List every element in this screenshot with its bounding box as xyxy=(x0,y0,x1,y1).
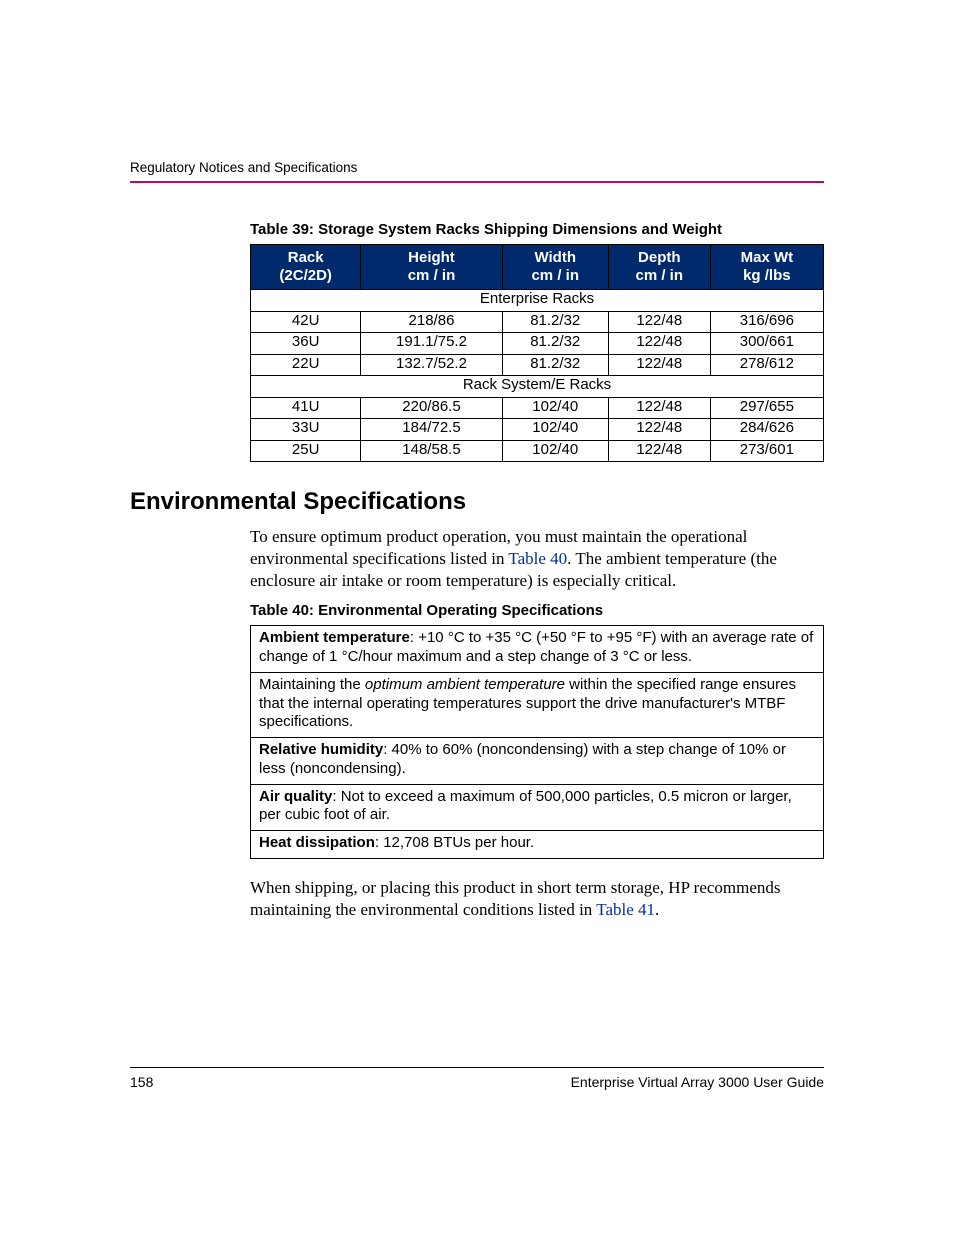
page: Regulatory Notices and Specifications Ta… xyxy=(0,0,954,1235)
text: Maintaining the xyxy=(259,676,365,693)
optimum-ambient-temp: optimum ambient temperature xyxy=(365,676,565,693)
cell: 191.1/75.2 xyxy=(361,333,502,355)
cell: 41U xyxy=(251,397,361,419)
cell: 122/48 xyxy=(608,311,710,333)
table39-caption: Table 39: Storage System Racks Shipping … xyxy=(250,221,824,238)
heat-dissipation-label: Heat dissipation xyxy=(259,834,375,851)
cell: Maintaining the optimum ambient temperat… xyxy=(251,672,824,737)
cell: 122/48 xyxy=(608,419,710,441)
running-header: Regulatory Notices and Specifications xyxy=(130,160,824,183)
relative-humidity-label: Relative humidity xyxy=(259,741,383,758)
row-humidity: Relative humidity: 40% to 60% (nonconden… xyxy=(251,738,824,785)
table39-block: Table 39: Storage System Racks Shipping … xyxy=(250,221,824,462)
cell: 102/40 xyxy=(502,397,608,419)
table-row: 33U 184/72.5 102/40 122/48 284/626 xyxy=(251,419,824,441)
cell: 316/696 xyxy=(710,311,823,333)
cell: 81.2/32 xyxy=(502,354,608,376)
section-enterprise: Enterprise Racks xyxy=(251,290,824,312)
cell: 102/40 xyxy=(502,419,608,441)
row-maintain: Maintaining the optimum ambient temperat… xyxy=(251,672,824,737)
text: : Not to exceed a maximum of 500,000 par… xyxy=(259,788,792,824)
cell: 102/40 xyxy=(502,440,608,462)
cell: 122/48 xyxy=(608,333,710,355)
col-depth: Depthcm / in xyxy=(608,245,710,290)
cell: 122/48 xyxy=(608,354,710,376)
text: . xyxy=(655,900,659,919)
col-rack: Rack(2C/2D) xyxy=(251,245,361,290)
cell: 273/601 xyxy=(710,440,823,462)
table-row: 41U 220/86.5 102/40 122/48 297/655 xyxy=(251,397,824,419)
ambient-temp-label: Ambient temperature xyxy=(259,629,410,646)
row-ambient: Ambient temperature: +10 °C to +35 °C (+… xyxy=(251,626,824,673)
table-row: 25U 148/58.5 102/40 122/48 273/601 xyxy=(251,440,824,462)
table-row: 42U 218/86 81.2/32 122/48 316/696 xyxy=(251,311,824,333)
cell: 297/655 xyxy=(710,397,823,419)
table39: Rack(2C/2D) Heightcm / in Widthcm / in D… xyxy=(250,244,824,462)
table-row: 36U 191.1/75.2 81.2/32 122/48 300/661 xyxy=(251,333,824,355)
cell: Relative humidity: 40% to 60% (nonconden… xyxy=(251,738,824,785)
table-section-row: Enterprise Racks xyxy=(251,290,824,312)
cell: Air quality: Not to exceed a maximum of … xyxy=(251,784,824,831)
section-racksystem: Rack System/E Racks xyxy=(251,376,824,398)
table-section-row: Rack System/E Racks xyxy=(251,376,824,398)
table41-link[interactable]: Table 41 xyxy=(596,900,655,919)
env-intro-paragraph: To ensure optimum product operation, you… xyxy=(250,526,824,592)
footer: 158 Enterprise Virtual Array 3000 User G… xyxy=(130,1067,824,1090)
row-air: Air quality: Not to exceed a maximum of … xyxy=(251,784,824,831)
cell: 278/612 xyxy=(710,354,823,376)
table40-link[interactable]: Table 40 xyxy=(508,549,567,568)
cell: 300/661 xyxy=(710,333,823,355)
cell: 42U xyxy=(251,311,361,333)
col-maxwt: Max Wtkg /lbs xyxy=(710,245,823,290)
page-number: 158 xyxy=(130,1074,153,1090)
cell: 218/86 xyxy=(361,311,502,333)
row-heat: Heat dissipation: 12,708 BTUs per hour. xyxy=(251,831,824,859)
shipping-paragraph: When shipping, or placing this product i… xyxy=(250,877,824,921)
cell: 284/626 xyxy=(710,419,823,441)
env-content: To ensure optimum product operation, you… xyxy=(250,526,824,921)
table40-caption: Table 40: Environmental Operating Specif… xyxy=(250,602,824,619)
table39-header-row: Rack(2C/2D) Heightcm / in Widthcm / in D… xyxy=(251,245,824,290)
cell: 122/48 xyxy=(608,440,710,462)
text: : 12,708 BTUs per hour. xyxy=(375,834,534,851)
cell: 33U xyxy=(251,419,361,441)
doc-title: Enterprise Virtual Array 3000 User Guide xyxy=(571,1074,824,1090)
cell: 132.7/52.2 xyxy=(361,354,502,376)
cell: 25U xyxy=(251,440,361,462)
cell: 81.2/32 xyxy=(502,333,608,355)
cell: 36U xyxy=(251,333,361,355)
cell: Heat dissipation: 12,708 BTUs per hour. xyxy=(251,831,824,859)
cell: 81.2/32 xyxy=(502,311,608,333)
table-row: 22U 132.7/52.2 81.2/32 122/48 278/612 xyxy=(251,354,824,376)
cell: 220/86.5 xyxy=(361,397,502,419)
cell: Ambient temperature: +10 °C to +35 °C (+… xyxy=(251,626,824,673)
cell: 148/58.5 xyxy=(361,440,502,462)
cell: 184/72.5 xyxy=(361,419,502,441)
air-quality-label: Air quality xyxy=(259,788,332,805)
text: When shipping, or placing this product i… xyxy=(250,878,781,919)
col-width: Widthcm / in xyxy=(502,245,608,290)
environmental-specifications-heading: Environmental Specifications xyxy=(130,488,824,516)
cell: 22U xyxy=(251,354,361,376)
cell: 122/48 xyxy=(608,397,710,419)
col-height: Heightcm / in xyxy=(361,245,502,290)
table40: Ambient temperature: +10 °C to +35 °C (+… xyxy=(250,625,824,859)
